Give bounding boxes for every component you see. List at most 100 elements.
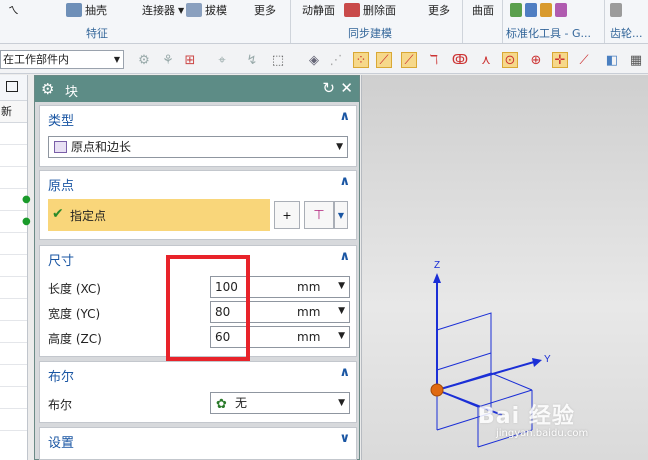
list-item[interactable] [0, 255, 27, 277]
settings-section-header[interactable]: 设置 ∨ [40, 428, 356, 452]
type-dropdown[interactable]: 原点和边长 ▼ [48, 136, 348, 158]
chevron-up-icon[interactable]: ∧ [339, 109, 350, 124]
list-item[interactable] [0, 167, 27, 189]
selection-scope-dropdown[interactable]: 在工作部件内 ▼ [0, 50, 124, 69]
list-item[interactable] [0, 123, 27, 145]
boolean-dropdown[interactable]: ✿ 无 ▼ [210, 392, 350, 414]
list-item[interactable] [0, 299, 27, 321]
vertex-snap-icon[interactable]: ⁘ [353, 52, 369, 68]
dialog-title-bar: ⚙ 块 ↻ ✕ [35, 76, 359, 102]
boolean-label: 布尔 [48, 398, 73, 412]
midpoint-snap-icon[interactable]: ⟋ [401, 52, 417, 68]
inferred-point-button[interactable]: ⊤ [304, 201, 334, 229]
chevron-down-icon[interactable]: ∨ [339, 431, 350, 446]
length-value[interactable]: 100 [215, 280, 238, 294]
ribbon-top-row: ㄟ 抽壳 连接器 ▼ 拔模 更多 动静面 删除面 更多 曲面 [0, 0, 648, 20]
height-field[interactable]: 60 mm ▼ [210, 326, 350, 348]
ribbon-fragment-icon[interactable]: ㄟ [8, 0, 19, 20]
more-button-2[interactable]: 更多 [428, 0, 450, 20]
grid-icon[interactable]: ▦ [628, 52, 644, 68]
list-item[interactable] [0, 233, 27, 255]
endpoint-snap-icon[interactable]: ⟋ [376, 52, 392, 68]
arc-center-icon[interactable]: ⋏ [478, 52, 494, 68]
dialog-title: 块 [65, 85, 79, 100]
close-icon[interactable]: ✕ [340, 79, 353, 97]
list-item[interactable]: ● [0, 189, 31, 211]
chevron-up-icon[interactable]: ∧ [339, 249, 350, 264]
list-item[interactable] [0, 277, 27, 299]
chevron-down-icon[interactable]: ▼ [338, 306, 345, 316]
height-label: 高度 (ZC) [48, 332, 102, 346]
selection-toolbar: 在工作部件内 ▼ ⚙ ⚘ ⊞ ⌖ ↯ ⬚ ◈ ⋰ ⁘ ⟋ ⟋ ℸ ↂ ⋏ ⊙ ⊕… [0, 44, 648, 74]
width-field[interactable]: 80 mm ▼ [210, 301, 350, 323]
settings-section: 设置 ∨ [39, 427, 357, 460]
list-item[interactable] [0, 387, 27, 409]
list-item[interactable] [0, 343, 27, 365]
intersection-icon[interactable]: ↂ [452, 52, 468, 68]
gear-tools-icons[interactable] [610, 0, 622, 20]
length-unit[interactable]: mm [297, 280, 320, 294]
chevron-down-icon[interactable]: ▼ [338, 331, 345, 341]
filter-icon[interactable]: ⚘ [160, 52, 176, 68]
width-unit[interactable]: mm [297, 305, 320, 319]
block-dialog: ⚙ 块 ↻ ✕ 类型 ∧ 原点和边长 ▼ 原点 ∧ ✔ 指定点 + ⊤ ▼ 尺寸… [34, 75, 360, 460]
list-item[interactable] [0, 409, 27, 431]
boolean-section-header[interactable]: 布尔 ∧ [40, 362, 356, 386]
height-unit[interactable]: mm [297, 330, 320, 344]
z-axis-arrow [433, 273, 441, 283]
center-snap-icon[interactable]: ⊙ [502, 52, 518, 68]
part-navigator: 新 ● ● [0, 75, 31, 460]
height-value[interactable]: 60 [215, 330, 230, 344]
origin-handle[interactable] [430, 383, 444, 397]
specify-point-selector[interactable]: ✔ 指定点 [48, 199, 270, 231]
dimensions-section-header[interactable]: 尺寸 ∧ [40, 246, 356, 270]
connector-button[interactable]: 连接器 ▼ [142, 0, 184, 20]
lasso-icon[interactable]: ↯ [244, 52, 260, 68]
snap-point-icon[interactable]: ⊞ [182, 52, 198, 68]
chevron-down-icon: ▼ [178, 5, 185, 15]
surface-button[interactable]: 曲面 [472, 0, 494, 20]
point-type-dropdown[interactable]: ▼ [334, 201, 348, 229]
solid-icon[interactable]: ◈ [306, 52, 322, 68]
gear-icon[interactable]: ⚙ [41, 80, 54, 98]
control-point-icon[interactable]: ℸ [426, 52, 442, 68]
length-field[interactable]: 100 mm ▼ [210, 276, 350, 298]
block-icon [54, 141, 67, 153]
maximize-icon[interactable] [6, 81, 18, 92]
boolean-none-icon: ✿ [216, 397, 227, 412]
chevron-up-icon[interactable]: ∧ [339, 365, 350, 380]
draft-button[interactable]: 拔模 [186, 0, 227, 20]
point-on-face-icon[interactable]: ⟋ [576, 52, 592, 68]
width-label: 宽度 (YC) [48, 307, 101, 321]
list-item[interactable] [0, 145, 27, 167]
group-label-features: 特征 [86, 27, 108, 40]
type-section-header[interactable]: 类型 ∧ [40, 106, 356, 130]
ribbon-divider [604, 0, 605, 43]
rectangle-select-icon[interactable]: ⬚ [270, 52, 286, 68]
list-item[interactable] [0, 321, 27, 343]
chevron-down-icon: ▼ [338, 398, 345, 408]
curve-icon[interactable]: ⋰ [328, 52, 344, 68]
origin-section: 原点 ∧ ✔ 指定点 + ⊤ ▼ [39, 170, 357, 240]
origin-section-header[interactable]: 原点 ∧ [40, 171, 356, 195]
shell-button[interactable]: 抽壳 [66, 0, 107, 20]
delete-face-button[interactable]: 删除面 [344, 0, 396, 20]
y-axis-arrow [532, 358, 542, 367]
quadrant-icon[interactable]: ⊕ [528, 52, 544, 68]
chevron-up-icon[interactable]: ∧ [339, 174, 350, 189]
group-label-sync-modeling: 同步建模 [348, 27, 392, 40]
list-item[interactable] [0, 365, 27, 387]
standard-tools-icons[interactable] [510, 0, 567, 20]
watermark-url: jingyan.baidu.com [496, 428, 589, 439]
width-value[interactable]: 80 [215, 305, 230, 319]
chevron-down-icon[interactable]: ▼ [338, 281, 345, 291]
point-on-curve-icon[interactable]: ✛ [552, 52, 568, 68]
list-item[interactable]: ● [0, 211, 31, 233]
assembly-icon[interactable]: ⚙ [136, 52, 152, 68]
more-button-1[interactable]: 更多 [254, 0, 276, 20]
move-face-button[interactable]: 动静面 [302, 0, 335, 20]
reset-icon[interactable]: ↻ [322, 79, 335, 97]
point-dialog-button[interactable]: + [274, 201, 300, 229]
select-icon[interactable]: ⌖ [214, 52, 230, 68]
bounded-plane-icon[interactable]: ◧ [604, 52, 620, 68]
